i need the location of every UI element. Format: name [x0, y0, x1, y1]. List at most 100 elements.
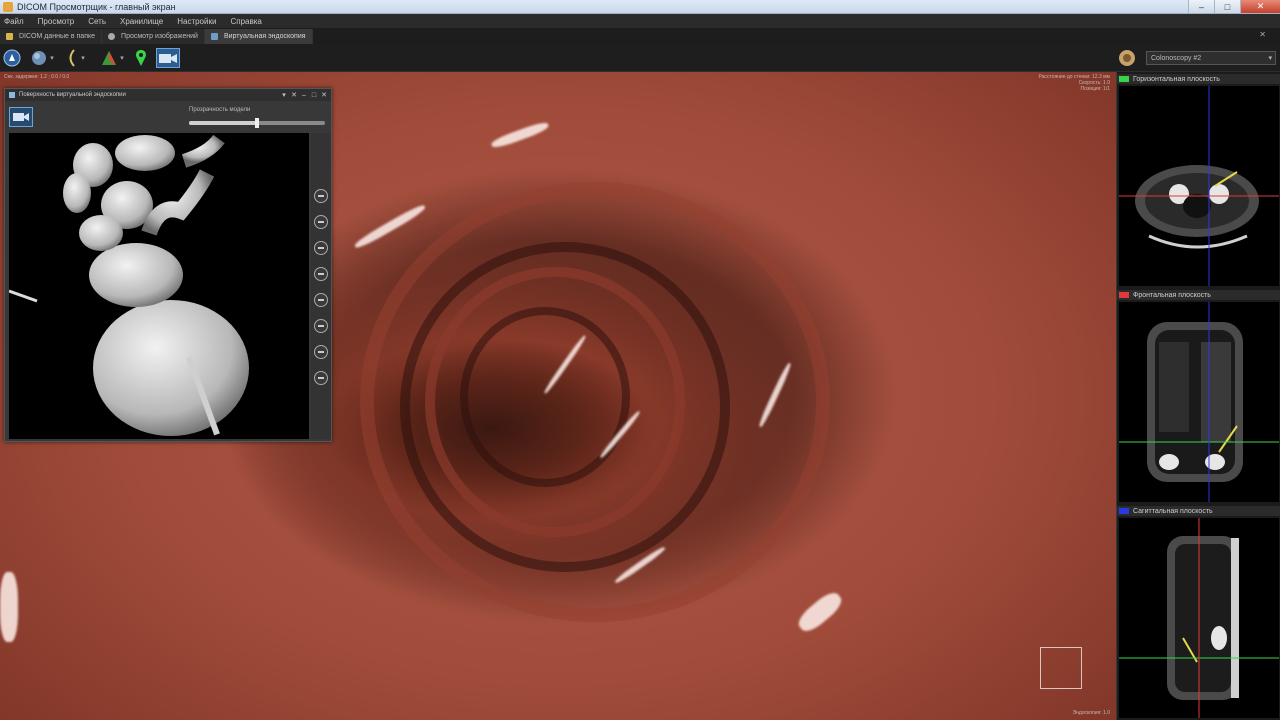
- axial-slice: [1119, 86, 1279, 286]
- specular-highlight: [353, 202, 427, 251]
- view-info-top-right: Расстояние до стенки: 12.3 мм Скорость: …: [1038, 74, 1110, 92]
- rotate-icon: [32, 51, 47, 65]
- menu-bar: Файл Просмотр Сеть Хранилище Настройки С…: [0, 14, 1280, 28]
- view-info-top-left: Сек. задержки: 1.2 ; 0.0 / 0.0: [4, 74, 70, 80]
- specular-highlight: [0, 572, 18, 642]
- curve-icon: [69, 49, 76, 67]
- camera-button[interactable]: [9, 107, 33, 127]
- folder-icon: [6, 33, 13, 40]
- endoscopy-surface-panel[interactable]: Поверхность виртуальной эндоскопии ▾ ✕ –…: [4, 88, 332, 442]
- tab-virtual-endoscopy[interactable]: Виртуальная эндоскопия: [204, 29, 313, 44]
- colon-3d-model-view[interactable]: [9, 133, 309, 439]
- tab-bar: DICOM данные в папке Просмотр изображени…: [0, 28, 1280, 44]
- tab-label: DICOM данные в папке: [19, 33, 96, 40]
- axial-color-swatch: [1119, 76, 1129, 82]
- endoscopy-icon: [210, 33, 218, 40]
- sagittal-view[interactable]: [1119, 518, 1279, 718]
- specular-highlight: [794, 588, 846, 636]
- menu-network[interactable]: Сеть: [88, 17, 106, 26]
- globe-icon: [1119, 50, 1135, 66]
- coronal-slice: [1119, 302, 1279, 502]
- menu-settings[interactable]: Настройки: [177, 17, 216, 26]
- menu-file[interactable]: Файл: [4, 17, 24, 26]
- zoom-in-icon[interactable]: [314, 189, 328, 203]
- chevron-down-icon: ▾: [50, 55, 54, 62]
- panel-side-toolbar: [311, 133, 331, 439]
- segmentation-tool[interactable]: ▾: [98, 48, 126, 68]
- chevron-down-icon: ▾: [1268, 55, 1272, 62]
- sagittal-view-label: Сагиттальная плоскость: [1133, 507, 1213, 515]
- tab-dicom-folder[interactable]: DICOM данные в папке: [0, 29, 103, 44]
- side-view-icon[interactable]: [314, 319, 328, 333]
- coronal-view-label: Фронтальная плоскость: [1133, 291, 1211, 299]
- video-tool[interactable]: [156, 48, 180, 68]
- segmentation-icon: [102, 51, 117, 65]
- toolbar: ▾ ▾ ▾ Colonoscopy #2 ▾: [0, 44, 1280, 72]
- marker-tool[interactable]: [132, 48, 150, 68]
- maximize-button[interactable]: □: [1214, 0, 1240, 13]
- video-camera-icon: [159, 54, 177, 63]
- app-icon: [3, 1, 13, 12]
- menu-help[interactable]: Справка: [230, 17, 261, 26]
- top-view-icon[interactable]: [314, 345, 328, 359]
- center-icon[interactable]: [314, 371, 328, 385]
- title-bar: DICOM Просмотрщик - главный экран – □ ✕: [0, 0, 1280, 14]
- opacity-label: Прозрачность модели: [189, 107, 251, 113]
- rotate-tool[interactable]: ▾: [28, 48, 56, 68]
- video-camera-icon: [13, 113, 29, 121]
- opacity-slider[interactable]: [189, 118, 325, 128]
- chevron-down-icon: ▾: [81, 55, 85, 62]
- mode-select-value: Colonoscopy #2: [1151, 54, 1202, 62]
- tab-label: Виртуальная эндоскопия: [223, 33, 306, 40]
- info-line: Позиция: 1/1: [1080, 86, 1111, 92]
- lumen-shadow: [460, 307, 630, 487]
- panel-title-bar[interactable]: Поверхность виртуальной эндоскопии ▾ ✕ –…: [5, 89, 331, 101]
- menu-view[interactable]: Просмотр: [38, 17, 75, 26]
- panel-minimize-button[interactable]: –: [299, 90, 309, 100]
- curve-tool[interactable]: ▾: [62, 48, 88, 68]
- window-title: DICOM Просмотрщик - главный экран: [17, 1, 176, 12]
- zoom-out-icon[interactable]: [314, 215, 328, 229]
- front-view-icon[interactable]: [314, 293, 328, 307]
- tab-label: Просмотр изображений: [121, 33, 198, 40]
- settings-tool[interactable]: [1118, 49, 1138, 67]
- panel-toolbar: Прозрачность модели: [5, 101, 331, 131]
- close-tab-icon[interactable]: ✕: [1259, 30, 1266, 39]
- chevron-down-icon: ▾: [120, 55, 124, 62]
- fit-icon[interactable]: [314, 241, 328, 255]
- axial-view-header: Горизонтальная плоскость: [1117, 74, 1280, 84]
- panel-controls: ▾ ✕ – □ ✕: [279, 90, 329, 100]
- colon-model-render: [9, 134, 249, 436]
- coronal-color-swatch: [1119, 292, 1129, 298]
- sagittal-view-header: Сагиттальная плоскость: [1117, 506, 1280, 516]
- mode-select[interactable]: Colonoscopy #2 ▾: [1146, 51, 1276, 65]
- app-window: DICOM Просмотрщик - главный экран – □ ✕ …: [0, 0, 1280, 720]
- sagittal-color-swatch: [1119, 508, 1129, 514]
- navigation-cube[interactable]: [1040, 647, 1082, 689]
- panel-pin-button[interactable]: ✕: [289, 90, 299, 100]
- navigation-tool[interactable]: [3, 48, 21, 68]
- sagittal-slice: [1119, 518, 1279, 718]
- opacity-slider-fill: [189, 121, 257, 125]
- window-controls: – □ ✕: [1188, 0, 1280, 14]
- menu-storage[interactable]: Хранилище: [120, 17, 163, 26]
- map-pin-icon: [136, 50, 146, 66]
- panel-title: Поверхность виртуальной эндоскопии: [19, 92, 126, 98]
- compass-icon: [3, 49, 21, 67]
- panel-icon: [9, 92, 15, 98]
- axial-view-label: Горизонтальная плоскость: [1133, 75, 1220, 83]
- mpr-column: Горизонтальная плоскость Фронтальная пло…: [1116, 72, 1280, 720]
- reset-icon[interactable]: [314, 267, 328, 281]
- panel-maximize-button[interactable]: □: [309, 90, 319, 100]
- opacity-slider-thumb[interactable]: [255, 118, 259, 128]
- axial-view[interactable]: [1119, 86, 1279, 286]
- specular-highlight: [490, 120, 550, 150]
- panel-close-button[interactable]: ✕: [319, 90, 329, 100]
- coronal-view-header: Фронтальная плоскость: [1117, 290, 1280, 300]
- close-button[interactable]: ✕: [1240, 0, 1280, 13]
- minimize-button[interactable]: –: [1188, 0, 1214, 13]
- coronal-view[interactable]: [1119, 302, 1279, 502]
- tab-image-viewer[interactable]: Просмотр изображений: [102, 29, 205, 44]
- panel-menu-button[interactable]: ▾: [279, 90, 289, 100]
- viewer-icon: [108, 33, 116, 40]
